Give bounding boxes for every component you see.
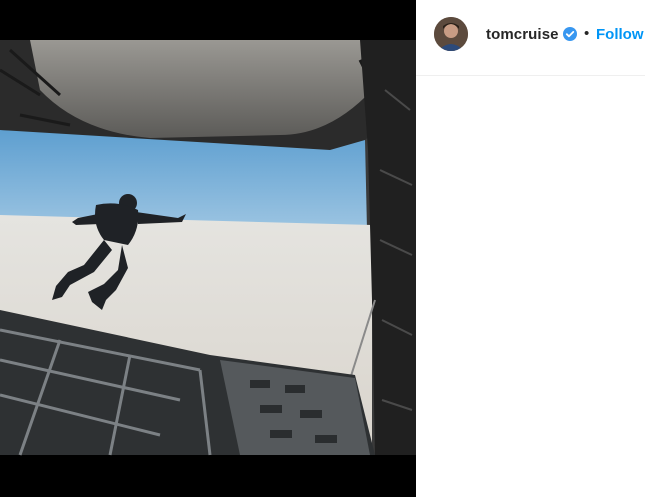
- avatar[interactable]: [434, 17, 468, 51]
- username-link[interactable]: tomcruise: [486, 26, 559, 43]
- post-side-panel: tomcruise • Follow: [416, 0, 645, 497]
- skydive-photo: [0, 0, 416, 497]
- post-photo[interactable]: [0, 0, 416, 497]
- follow-button[interactable]: Follow: [596, 26, 644, 43]
- verified-badge-icon: [563, 27, 577, 41]
- separator-dot: •: [584, 25, 590, 42]
- post-header: tomcruise • Follow: [416, 0, 645, 76]
- profile-photo-icon: [434, 17, 468, 51]
